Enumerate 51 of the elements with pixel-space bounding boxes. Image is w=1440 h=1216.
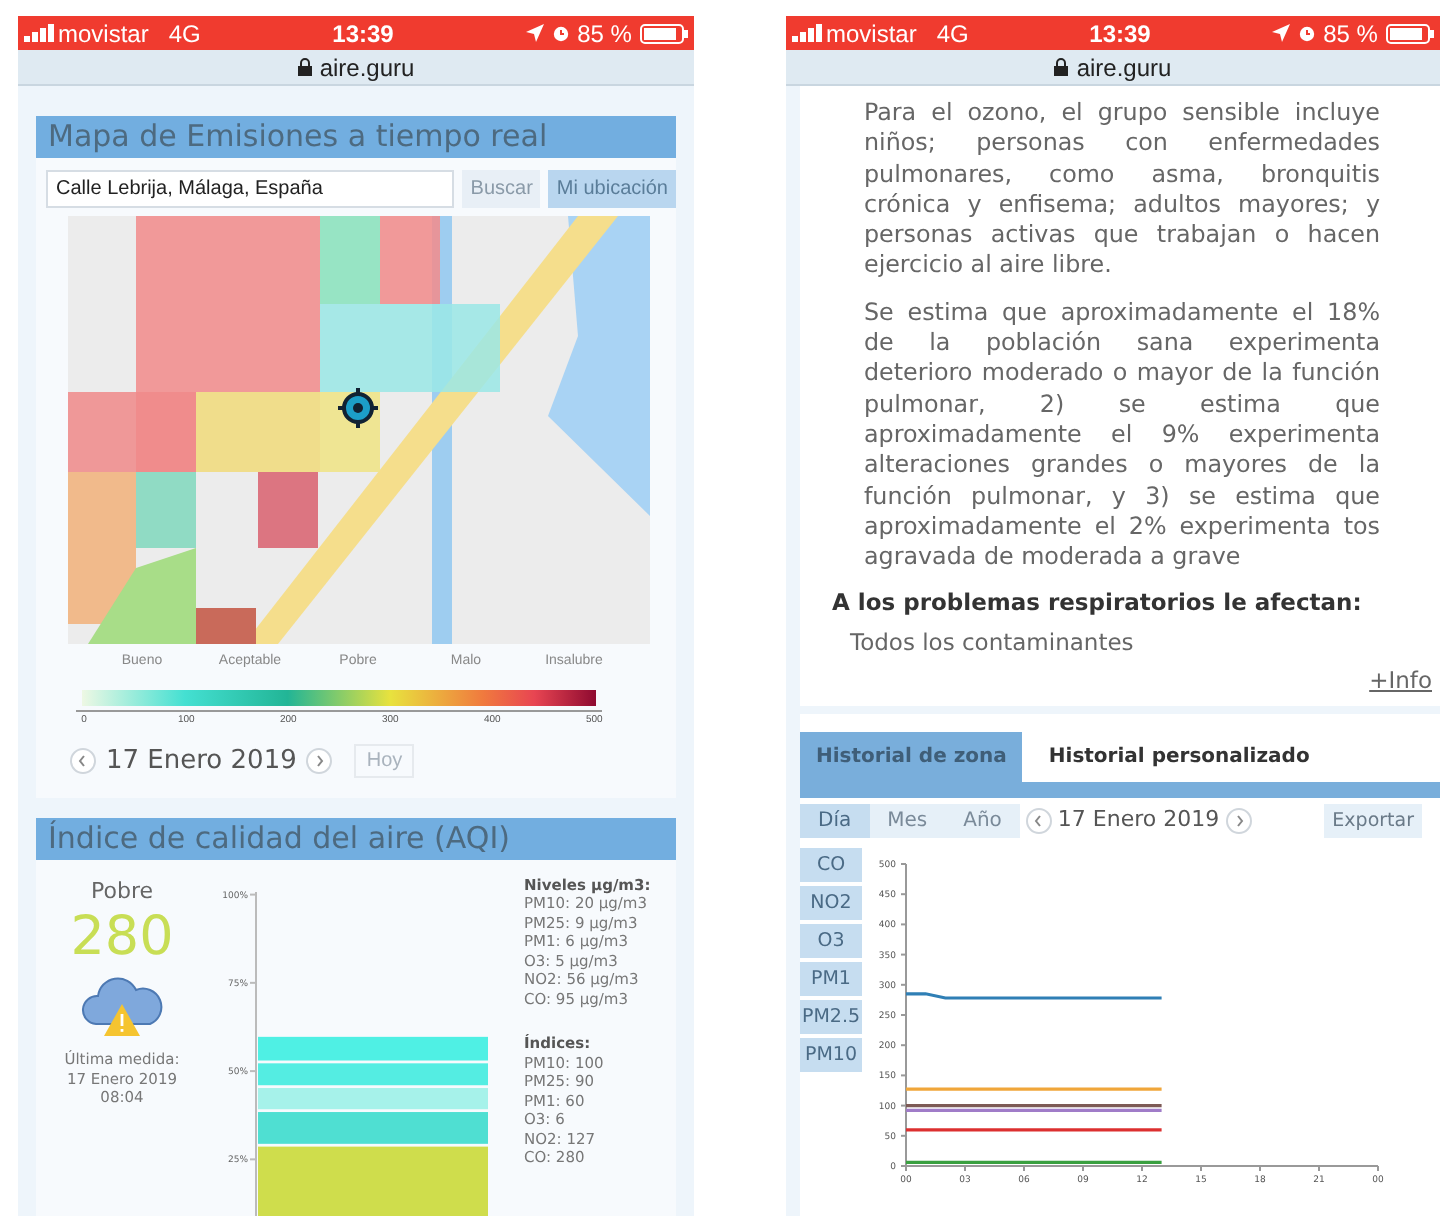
- more-info-link[interactable]: +Info: [1369, 663, 1432, 699]
- crosshair-icon: [338, 388, 378, 428]
- history-tab[interactable]: Historial de zona: [800, 732, 1023, 783]
- network-type: 4G: [936, 17, 969, 51]
- search-button[interactable]: Buscar: [462, 170, 541, 208]
- info-paragraph: Para el ozono, el grupo sensible incluye niños; personas con enfermedades pulmonares, como asma, bronquitis crónica y enfisema; adultos mayores; y personas activas que trabajan o hacen ejercicio al aire libre.: [864, 98, 1380, 282]
- date-label: 17 Enero 2019: [1057, 804, 1220, 837]
- url-text: aire.guru: [319, 51, 415, 85]
- location-arrow-icon: [525, 24, 544, 42]
- battery-percent: 85 %: [577, 17, 632, 51]
- pollutant-button[interactable]: NO2: [800, 886, 862, 921]
- location-arrow-icon: [1271, 24, 1290, 42]
- alarm-icon: [551, 24, 570, 42]
- network-type: 4G: [168, 17, 201, 51]
- next-day-icon[interactable]: [1225, 808, 1252, 835]
- section-header: Índice de calidad del aire (AQI): [36, 817, 676, 859]
- pollutant-button[interactable]: PM10: [800, 1038, 862, 1073]
- info-heading: A los problemas respiratorios le afectan:: [832, 586, 1364, 621]
- search-button[interactable]: Mi ubicación: [548, 170, 676, 208]
- url-text: aire.guru: [1076, 51, 1172, 85]
- previous-day-icon[interactable]: [1025, 808, 1052, 835]
- battery-icon: [639, 23, 688, 43]
- search-field[interactable]: Calle Lebrija, Málaga, España: [46, 170, 455, 208]
- carrier-name: movistar: [826, 17, 917, 51]
- date-label: 17 Enero 2019: [106, 744, 297, 780]
- period-button[interactable]: Año: [945, 804, 1020, 839]
- info-paragraph: Se estima que aproximadamente el 18% de la población sana experimenta deterioro moderado o mayor de la función pulmonar, 2) se estima que aproximadamente el 9% experimenta alteraciones grandes o mayores de la función pulmonar, y 3) se estima que aproximadamente el 2% experimenta tos agravada de moderada a grave: [864, 297, 1380, 573]
- signal-icon: [24, 24, 54, 42]
- aqi-category: Pobre: [90, 875, 153, 907]
- cloud-warning-icon: [80, 972, 164, 1040]
- pollutant-button[interactable]: O3: [800, 924, 862, 959]
- lock-icon: [297, 58, 312, 76]
- lock-icon: [1054, 58, 1069, 76]
- pollutant-button[interactable]: PM1: [800, 962, 862, 997]
- next-day-icon[interactable]: [306, 748, 333, 775]
- carrier-name: movistar: [58, 17, 149, 51]
- pollutant-button[interactable]: CO: [800, 848, 862, 883]
- status-time: 13:39: [1089, 17, 1151, 51]
- export-button[interactable]: Exportar: [1324, 804, 1422, 839]
- battery-percent: 85 %: [1323, 17, 1378, 51]
- period-button[interactable]: Mes: [869, 804, 946, 839]
- alarm-icon: [1297, 24, 1316, 42]
- section-header: Mapa de Emisiones a tiempo real: [36, 116, 676, 158]
- aqi-value: 280: [70, 908, 174, 968]
- battery-icon: [1385, 23, 1434, 43]
- status-time: 13:39: [332, 17, 394, 51]
- period-button[interactable]: Día: [800, 804, 870, 839]
- pollutant-button[interactable]: PM2.5: [800, 1000, 862, 1035]
- signal-icon: [792, 24, 822, 42]
- previous-day-icon[interactable]: [70, 748, 96, 775]
- info-text: Todos los contaminantes: [850, 625, 1136, 660]
